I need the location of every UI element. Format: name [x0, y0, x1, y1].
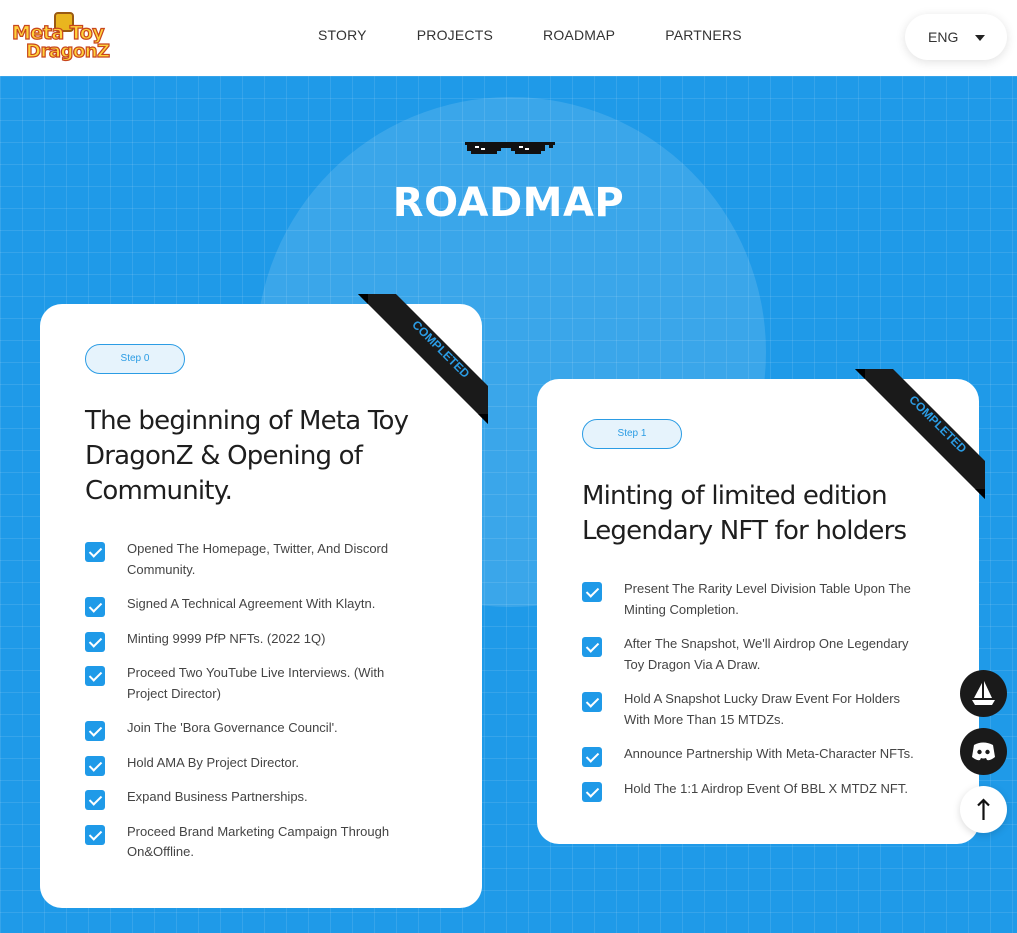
checkbox-icon: [85, 824, 105, 845]
checkbox-icon: [85, 666, 105, 686]
item-text: Hold AMA By Project Director.: [127, 754, 299, 770]
list-item: Signed A Technical Agreement With Klaytn…: [85, 594, 425, 617]
list-item: Hold The 1:1 Airdrop Event Of BBL X MTDZ…: [582, 779, 922, 802]
list-item: Announce Partnership With Meta-Character…: [582, 744, 922, 767]
main-nav: STORY PROJECTS ROADMAP PARTNERS: [318, 27, 792, 43]
list-item: Present The Rarity Level Division Table …: [582, 579, 922, 620]
checkbox-icon: [85, 542, 105, 562]
checkbox-icon: [85, 597, 105, 617]
opensea-icon: [972, 681, 995, 705]
discord-icon: [972, 742, 995, 761]
milestone-list: Present The Rarity Level Division Table …: [582, 579, 922, 813]
checkbox-icon: [582, 692, 602, 712]
checkbox-icon: [85, 721, 105, 741]
discord-button[interactable]: [960, 728, 1007, 775]
list-item: Hold AMA By Project Director.: [85, 753, 425, 776]
language-select[interactable]: ENG: [905, 14, 1007, 60]
list-item: Minting 9999 PfP NFTs. (2022 1Q): [85, 629, 425, 652]
item-text: Minting 9999 PfP NFTs. (2022 1Q): [127, 630, 326, 646]
list-item: Hold A Snapshot Lucky Draw Event For Hol…: [582, 689, 922, 730]
site-header: Meta Toy DragonZ STORY PROJECTS ROADMAP …: [0, 0, 1017, 76]
arrow-up-icon: [977, 798, 990, 820]
logo[interactable]: Meta Toy DragonZ: [10, 10, 111, 64]
list-item: Expand Business Partnerships.: [85, 787, 425, 810]
nav-story[interactable]: STORY: [318, 27, 367, 43]
pixel-sunglasses-icon: [465, 142, 555, 154]
list-item: Join The 'Bora Governance Council'.: [85, 718, 425, 741]
roadmap-card-step0: COMPLETED Step 0 The beginning of Meta T…: [40, 294, 488, 908]
list-item: Opened The Homepage, Twitter, And Discor…: [85, 539, 425, 580]
checkbox-icon: [582, 781, 602, 802]
logo-line2: DragonZ: [25, 40, 110, 62]
item-text: Announce Partnership With Meta-Character…: [624, 746, 914, 761]
card-title: The beginning of Meta Toy DragonZ & Open…: [85, 406, 409, 506]
list-item: Proceed Two YouTube Live Interviews. (Wi…: [85, 663, 425, 704]
item-text: After The Snapshot, We'll Airdrop One Le…: [624, 636, 909, 672]
item-text: Signed A Technical Agreement With Klaytn…: [127, 596, 376, 611]
nav-projects[interactable]: PROJECTS: [417, 27, 493, 43]
milestone-list: Opened The Homepage, Twitter, And Discor…: [85, 539, 425, 877]
scroll-top-button[interactable]: [960, 786, 1007, 833]
checkbox-icon: [85, 631, 105, 652]
step-badge: Step 1: [582, 419, 682, 449]
nav-roadmap[interactable]: ROADMAP: [543, 27, 615, 43]
checkbox-icon: [582, 637, 602, 657]
item-text: Expand Business Partnerships.: [127, 789, 308, 804]
item-text: Present The Rarity Level Division Table …: [624, 581, 911, 617]
opensea-button[interactable]: [960, 670, 1007, 717]
chevron-down-icon: [975, 35, 985, 41]
item-text: Opened The Homepage, Twitter, And Discor…: [127, 541, 389, 577]
card-title: Minting of limited edition Legendary NFT…: [582, 481, 907, 546]
checkbox-icon: [582, 582, 602, 602]
language-value: ENG: [928, 29, 959, 45]
item-text: Hold The 1:1 Airdrop Event Of BBL X MTDZ…: [624, 780, 908, 796]
step-badge: Step 0: [85, 344, 185, 374]
item-text: Proceed Brand Marketing Campaign Through…: [127, 823, 390, 860]
nav-partners[interactable]: PARTNERS: [665, 27, 742, 43]
checkbox-icon: [582, 747, 602, 767]
checkbox-icon: [85, 790, 105, 810]
checkbox-icon: [85, 755, 105, 776]
roadmap-card-step1: COMPLETED Step 1 Minting of limited edit…: [537, 369, 985, 844]
list-item: Proceed Brand Marketing Campaign Through…: [85, 822, 425, 863]
section-title: ROADMAP: [392, 180, 625, 226]
list-item: After The Snapshot, We'll Airdrop One Le…: [582, 634, 922, 675]
item-text: Join The 'Bora Governance Council'.: [127, 720, 338, 735]
item-text: Proceed Two YouTube Live Interviews. (Wi…: [127, 665, 385, 701]
item-text: Hold A Snapshot Lucky Draw Event For Hol…: [624, 691, 901, 727]
